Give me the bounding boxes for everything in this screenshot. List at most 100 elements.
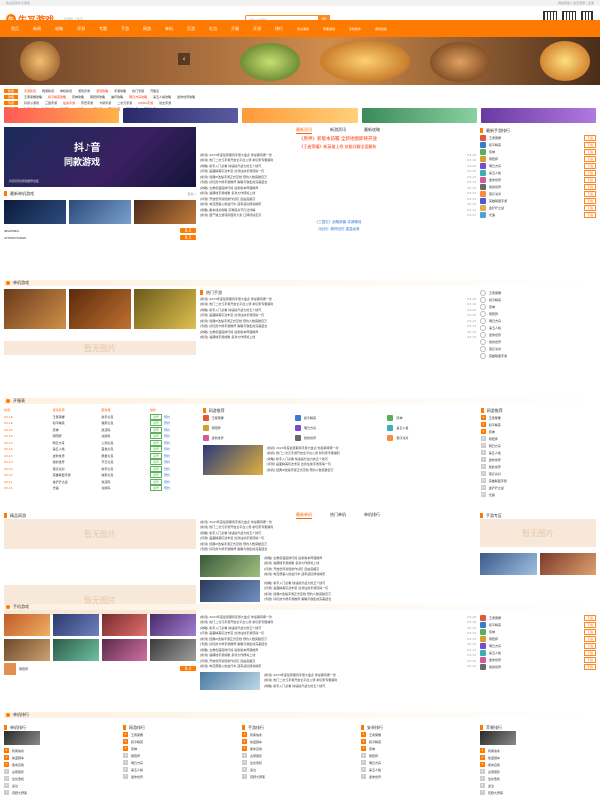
download-button[interactable]: 下载 [583, 141, 596, 148]
nav-item[interactable]: 单机 [165, 26, 173, 32]
rank-item[interactable]: 王者荣耀 下载 [480, 134, 596, 141]
claim-button[interactable]: 领号 [150, 420, 163, 427]
game-thumb[interactable] [101, 639, 148, 661]
claim-button[interactable]: 领号 [150, 465, 163, 472]
nav-item[interactable]: 礼包 [209, 26, 217, 32]
mobile-grid-item[interactable]: 第五人格 [387, 424, 476, 431]
download-button[interactable]: 下载 [583, 176, 596, 183]
claim-button[interactable]: 领号 [150, 413, 163, 420]
quick-link[interactable]: 阴阳师攻略 [90, 95, 105, 99]
highlight-link[interactable]: 《仙剑》情怀回归 重温经典 [200, 227, 476, 232]
rank-item[interactable]: 2 和平精英 [123, 738, 239, 745]
nav-sub-item[interactable]: 手机软件 [349, 27, 361, 31]
highlight-link[interactable]: 《三国志》战略新篇 攻城略地 [200, 220, 476, 225]
reserve-link[interactable]: 预约 [164, 467, 170, 471]
game-thumb[interactable] [4, 614, 50, 636]
rank-item[interactable]: 阴阳师 下载 [480, 155, 596, 162]
rank-item[interactable]: 2 和平精英 [480, 421, 596, 428]
nav-sub-item[interactable]: 游戏合集 [375, 27, 387, 31]
game-thumb[interactable] [480, 553, 537, 575]
rank-item[interactable]: 王者荣耀 下载 [480, 614, 596, 621]
rank-item[interactable]: 1 王者荣耀 [480, 414, 596, 421]
rank-item[interactable]: 6 第五人格 [361, 766, 477, 773]
news-item[interactable]: [新闻] 国产独立游戏获国际大奖 口碑持续走高 03-11 [200, 213, 476, 219]
rank-item[interactable]: 2 侠盗猎车 [242, 738, 358, 745]
featured-item[interactable]: [新闻] 经典IP改编手游正式定档 预约人数突破百万 [267, 467, 477, 473]
banner-prev-button[interactable]: ‹ [178, 53, 190, 65]
download-button[interactable]: 下载 [583, 656, 596, 663]
download-button[interactable]: 下载 [583, 155, 596, 162]
rank-item[interactable]: 原神 下载 [480, 628, 596, 635]
download-button[interactable]: 下载 [583, 628, 596, 635]
game-item[interactable]: 阴阳师 8.4 [4, 662, 196, 675]
download-button[interactable]: 下载 [583, 169, 596, 176]
nav-item[interactable]: 排行 [275, 26, 283, 32]
claim-button[interactable]: 领号 [150, 426, 163, 433]
tab-1[interactable]: 热门单机 [330, 512, 346, 519]
news-item[interactable]: [新闻] 电竞赛事火热进行中 冠军战队即将揭晓 [264, 572, 476, 578]
download-button[interactable]: 下载 [583, 635, 596, 642]
claim-button[interactable]: 领号 [150, 459, 163, 466]
nav-item[interactable]: 开测 [253, 26, 261, 32]
nav-item[interactable]: 首页 [11, 26, 19, 32]
game-item[interactable]: AFTERCHARGE 8.5 [4, 234, 196, 241]
icon-item[interactable]: 蛋仔派对 [480, 345, 596, 352]
icon-item[interactable]: 英雄联盟手游 [480, 352, 596, 359]
rank-item[interactable]: 英雄联盟手游 下载 [480, 197, 596, 204]
quick-link[interactable]: 崩坏攻略 [111, 95, 123, 99]
rank-item[interactable]: 3 原神 [123, 745, 239, 752]
claim-button[interactable]: 领号 [150, 439, 163, 446]
news-image[interactable] [200, 580, 260, 602]
game-item[interactable]: INSOMNIA 8.4 [4, 227, 196, 234]
featured-thumb[interactable] [4, 731, 40, 745]
rank-item[interactable]: 7 荒野大镖客 [4, 789, 120, 796]
quick-link[interactable]: 抖音小游戏 [24, 101, 39, 105]
rank-item[interactable]: 5 明日方舟 [123, 759, 239, 766]
quick-link[interactable]: 单机新闻 [60, 89, 72, 93]
game-thumb[interactable] [150, 614, 196, 636]
rank-item[interactable]: 1 王者荣耀 [361, 731, 477, 738]
rank-item[interactable]: 6 鬼泣 [242, 766, 358, 773]
rank-item[interactable]: 2 侠盗猎车 [4, 754, 120, 761]
mobile-grid-item[interactable]: 迷你世界 [202, 434, 292, 441]
quick-link[interactable]: 手游攻略 [114, 89, 126, 93]
mobile-grid-item[interactable]: 蛋仔派对 [387, 434, 476, 441]
top-links[interactable]: 网站导航 | 会员登录 | 注册 [558, 1, 594, 5]
rank-item[interactable]: 阴阳师 下载 [480, 635, 596, 642]
download-button[interactable]: 下载 [583, 197, 596, 204]
nav-item[interactable]: 新闻 [33, 26, 41, 32]
download-button[interactable]: 下载 [583, 190, 596, 197]
rank-item[interactable]: 1 王者荣耀 [123, 731, 239, 738]
rank-item[interactable]: 7 荒野大镖客 [242, 773, 358, 780]
tab-new-games[interactable]: 新游资讯 [330, 127, 346, 134]
rank-item[interactable]: 第五人格 下载 [480, 649, 596, 656]
nav-sub-item[interactable]: 苹果游戏 [323, 27, 335, 31]
ad-banner[interactable] [480, 108, 597, 123]
ad-banner[interactable] [123, 108, 239, 123]
rank-item[interactable]: 6 鬼泣 [480, 782, 596, 789]
claim-button[interactable]: 领号 [150, 478, 163, 485]
reserve-link[interactable]: 预约 [164, 421, 170, 425]
quick-link[interactable]: 手游新闻 [24, 89, 36, 93]
quick-link[interactable]: 和平精英攻略 [48, 95, 66, 99]
game-thumb[interactable] [4, 289, 66, 329]
rank-item[interactable]: 4 阴阳师 [480, 435, 596, 442]
news-image[interactable] [200, 555, 260, 577]
featured-image[interactable] [202, 445, 263, 475]
quick-link[interactable]: 游戏评测 [78, 89, 90, 93]
game-thumb[interactable] [4, 639, 50, 661]
rank-item[interactable]: 3 原神 [480, 428, 596, 435]
reserve-link[interactable]: 预约 [164, 428, 170, 432]
claim-button[interactable]: 领号 [150, 446, 163, 453]
rank-item[interactable]: 明日方舟 下载 [480, 162, 596, 169]
rank-item[interactable]: 5 生化危机 [4, 775, 120, 782]
reserve-link[interactable]: 预约 [164, 434, 170, 438]
rank-item[interactable]: 我的世界 下载 [480, 663, 596, 670]
game-thumb[interactable] [150, 639, 196, 661]
nav-item[interactable]: 专题 [99, 26, 107, 32]
rank-item[interactable]: 6 鬼泣 [4, 782, 120, 789]
headline[interactable]: 《原神》新版本前瞻 全新地图即将开放 [200, 136, 476, 142]
claim-button[interactable]: 领号 [150, 472, 163, 479]
douyin-banner[interactable]: 抖♪音 同款游戏 抖音同款游戏推荐合集 [4, 127, 196, 187]
download-button[interactable]: 下载 [583, 621, 596, 628]
